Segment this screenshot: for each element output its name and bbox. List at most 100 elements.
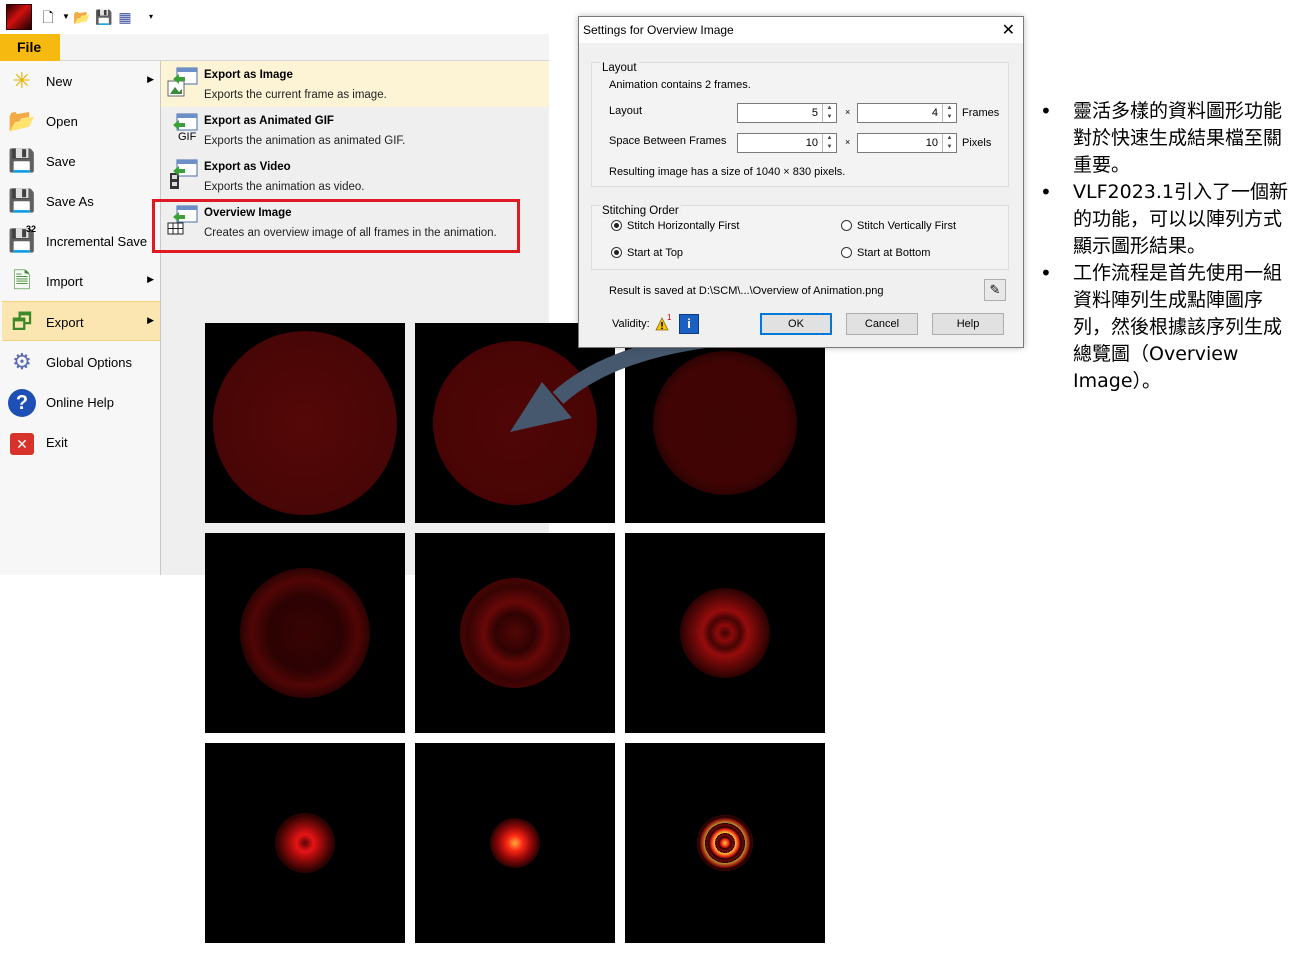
submenu-export-as-animated-gif[interactable]: GIF Export as Animated GIF Exports the a… bbox=[161, 107, 549, 153]
stepper-value: 4 bbox=[931, 107, 938, 119]
exit-icon: ✕ bbox=[7, 427, 37, 457]
highlight-box-overview-image bbox=[152, 199, 520, 253]
validity-count: 1 bbox=[667, 313, 672, 322]
incremental-badge: 32 bbox=[26, 224, 37, 234]
menu-item-label: Online Help bbox=[46, 395, 114, 410]
animation-frame-5 bbox=[415, 533, 615, 733]
menu-item-label: Global Options bbox=[46, 355, 132, 370]
submenu-item-title: Export as Video bbox=[204, 161, 291, 173]
export-icon: 🗗 bbox=[11, 309, 33, 334]
options-icon[interactable]: ▦ bbox=[117, 9, 133, 25]
stitching-order-group: Stitching Order bbox=[591, 205, 1009, 270]
layout-rows-stepper[interactable]: 4 ▲ ▼ bbox=[857, 103, 957, 123]
times-sign: × bbox=[845, 107, 851, 117]
menu-item-label: Exit bbox=[46, 435, 68, 450]
animation-frame-1 bbox=[205, 323, 405, 523]
info-icon[interactable]: i bbox=[679, 314, 699, 334]
menu-item-incremental-save[interactable]: 💾 32 Incremental Save bbox=[2, 221, 160, 261]
radio-start-bottom[interactable]: Start at Bottom bbox=[841, 247, 930, 259]
group-title: Layout bbox=[600, 62, 639, 74]
spacing-y-stepper[interactable]: 10 ▲ ▼ bbox=[857, 133, 957, 153]
radio-start-top[interactable]: Start at Top bbox=[611, 247, 683, 259]
open-folder-icon: 📂 bbox=[8, 108, 36, 133]
menu-item-import[interactable]: 🗎 Import ▶ bbox=[2, 261, 160, 301]
radio-label: Stitch Vertically First bbox=[857, 220, 957, 232]
radio-selected-icon bbox=[611, 247, 622, 258]
ribbon-tab-bar: File bbox=[0, 34, 549, 61]
menu-item-save[interactable]: 💾 Save bbox=[2, 141, 160, 181]
cancel-button[interactable]: Cancel bbox=[846, 313, 918, 335]
menu-item-open[interactable]: 📂 Open bbox=[2, 101, 160, 141]
overview-settings-dialog: Settings for Overview Image ✕ Layout Ani… bbox=[578, 16, 1024, 348]
gear-icon: ⚙ bbox=[12, 349, 32, 374]
feature-bullet-list: 靈活多樣的資料圖形功能對於快速生成結果檔至關重要。 VLF2023.1引入了一個… bbox=[1038, 98, 1300, 395]
help-button[interactable]: Help bbox=[932, 313, 1004, 335]
radio-stitch-vertical[interactable]: Stitch Vertically First bbox=[841, 220, 956, 232]
menu-item-exit[interactable]: ✕ Exit bbox=[2, 422, 160, 462]
new-icon: ✳ bbox=[12, 68, 32, 93]
menu-item-online-help[interactable]: ? Online Help bbox=[2, 382, 160, 422]
menu-item-label: Save As bbox=[46, 194, 94, 209]
ok-button[interactable]: OK bbox=[760, 313, 832, 335]
menu-item-label: Open bbox=[46, 114, 78, 129]
menu-item-label: Incremental Save bbox=[46, 234, 148, 249]
animation-frame-4 bbox=[205, 533, 405, 733]
animation-frame-9 bbox=[625, 743, 825, 943]
edit-pencil-icon[interactable]: ✎ bbox=[984, 279, 1006, 301]
radio-label: Start at Bottom bbox=[857, 247, 931, 259]
frames-info: Animation contains 2 frames. bbox=[609, 79, 751, 91]
submenu-export-as-image[interactable]: Export as Image Exports the current fram… bbox=[161, 61, 549, 107]
stepper-value: 10 bbox=[805, 137, 818, 149]
submenu-export-as-video[interactable]: Export as Video Exports the animation as… bbox=[161, 153, 549, 199]
bullet-item: VLF2023.1引入了一個新的功能，可以以陣列方式顯示圖形結果。 bbox=[1038, 179, 1300, 260]
result-size-info: Resulting image has a size of 1040 × 830… bbox=[609, 166, 846, 178]
menu-item-export[interactable]: 🗗 Export ▶ bbox=[2, 301, 160, 341]
layout-columns-stepper[interactable]: 5 ▲ ▼ bbox=[737, 103, 837, 123]
menu-item-label: New bbox=[46, 74, 73, 89]
menu-item-label: Import bbox=[46, 274, 83, 289]
stepper-value: 5 bbox=[811, 107, 818, 119]
menu-item-new[interactable]: ✳ New ▶ bbox=[2, 61, 160, 101]
radio-selected-icon bbox=[611, 220, 622, 231]
saved-path: Result is saved at D:\SCM\...\Overview o… bbox=[609, 285, 884, 297]
new-document-icon[interactable]: 🗋 bbox=[40, 9, 56, 25]
export-image-icon bbox=[167, 67, 198, 97]
menu-item-save-as[interactable]: 💾 Save As bbox=[2, 181, 160, 221]
dropdown-arrow-icon[interactable]: ▼ bbox=[58, 9, 74, 25]
times-sign: × bbox=[845, 137, 851, 147]
radio-unselected-icon bbox=[841, 247, 852, 258]
customize-toolbar-icon[interactable]: ▾ bbox=[143, 9, 159, 25]
menu-item-label: Export bbox=[46, 315, 84, 330]
animation-frame-7 bbox=[205, 743, 405, 943]
dialog-title: Settings for Overview Image bbox=[583, 23, 734, 37]
file-menu: ✳ New ▶ 📂 Open 💾 Save 💾 Save As 💾 32 Inc… bbox=[0, 61, 161, 575]
quick-access-toolbar: 🗋 ▼ 📂 💾 ▦ ▾ bbox=[0, 0, 549, 34]
submenu-item-title: Export as Animated GIF bbox=[204, 115, 334, 127]
gif-badge: GIF bbox=[178, 131, 197, 143]
submenu-arrow-icon: ▶ bbox=[147, 274, 154, 284]
stepper-arrows-icon[interactable]: ▲ ▼ bbox=[822, 104, 836, 122]
radio-label: Stitch Horizontally First bbox=[627, 220, 740, 232]
spacing-x-stepper[interactable]: 10 ▲ ▼ bbox=[737, 133, 837, 153]
export-video-icon bbox=[170, 159, 198, 189]
submenu-item-description: Exports the animation as video. bbox=[204, 181, 365, 193]
validity-label: Validity: bbox=[612, 318, 650, 330]
close-icon[interactable]: ✕ bbox=[1002, 20, 1015, 40]
menu-item-global-options[interactable]: ⚙ Global Options bbox=[2, 342, 160, 382]
animation-frame-8 bbox=[415, 743, 615, 943]
open-folder-icon[interactable]: 📂 bbox=[73, 9, 90, 25]
submenu-item-description: Exports the current frame as image. bbox=[204, 89, 387, 101]
submenu-arrow-icon: ▶ bbox=[147, 74, 154, 84]
group-title: Stitching Order bbox=[600, 205, 681, 217]
stepper-arrows-icon[interactable]: ▲ ▼ bbox=[942, 134, 956, 152]
save-icon[interactable]: 💾 bbox=[95, 9, 112, 25]
pixels-unit: Pixels bbox=[962, 137, 992, 149]
file-tab[interactable]: File bbox=[0, 34, 60, 61]
submenu-item-description: Exports the animation as animated GIF. bbox=[204, 135, 406, 147]
radio-stitch-horizontal[interactable]: Stitch Horizontally First bbox=[611, 220, 739, 232]
stepper-arrows-icon[interactable]: ▲ ▼ bbox=[822, 134, 836, 152]
stepper-arrows-icon[interactable]: ▲ ▼ bbox=[942, 104, 956, 122]
import-icon: 🗎 bbox=[13, 268, 31, 293]
stepper-value: 10 bbox=[925, 137, 938, 149]
help-icon: ? bbox=[7, 387, 37, 417]
